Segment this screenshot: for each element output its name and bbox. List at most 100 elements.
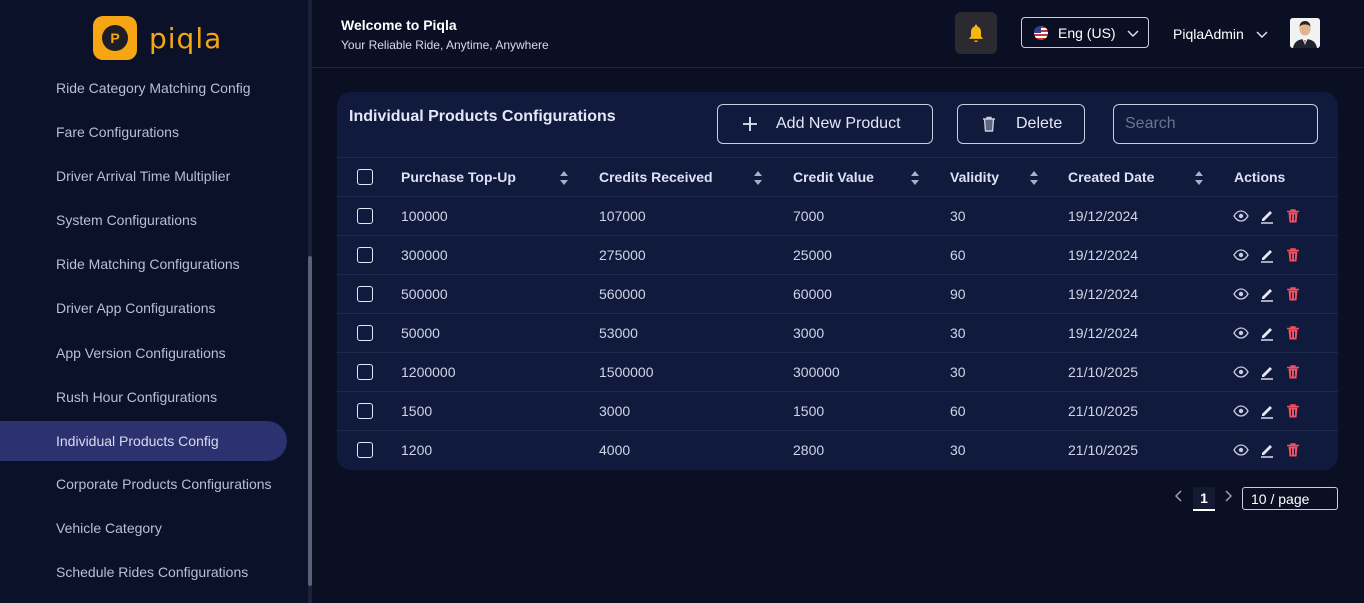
app-logo[interactable]: P piqla (93, 16, 222, 60)
table-row: 1200 4000 2800 30 21/10/2025 (337, 431, 1338, 470)
column-header[interactable]: Created Date (1068, 158, 1154, 196)
view-eye-icon[interactable] (1233, 208, 1249, 224)
table-cell: 30 (950, 208, 966, 224)
chevron-left-icon (1175, 490, 1182, 502)
row-checkbox[interactable] (357, 442, 373, 458)
row-checkbox[interactable] (357, 403, 373, 419)
view-eye-icon[interactable] (1233, 364, 1249, 380)
logo-text: piqla (149, 21, 223, 55)
edit-pencil-icon[interactable] (1259, 325, 1275, 341)
table-cell: 3000 (599, 403, 631, 419)
notifications-button[interactable] (955, 12, 997, 54)
sidebar-item[interactable]: Ride Matching Configurations (0, 244, 287, 284)
logo-badge-icon: P (93, 16, 137, 60)
pagination-next-button[interactable] (1223, 489, 1233, 505)
search-input[interactable] (1113, 104, 1318, 144)
table-cell: 19/12/2024 (1068, 208, 1139, 224)
sort-icon[interactable] (1194, 170, 1204, 186)
edit-pencil-icon[interactable] (1259, 403, 1275, 419)
user-menu[interactable]: PiqlaAdmin (1173, 26, 1268, 42)
table-cell: 21/10/2025 (1068, 403, 1139, 419)
table-cell: 30 (950, 325, 966, 341)
delete-trash-icon[interactable] (1285, 247, 1301, 263)
view-eye-icon[interactable] (1233, 286, 1249, 302)
table-cell: 1500 (401, 403, 433, 419)
table-header: Purchase Top-Up Credits Received Credit Va… (337, 157, 1338, 197)
sidebar-item[interactable]: Ride Category Matching Config (0, 68, 287, 108)
view-eye-icon[interactable] (1233, 442, 1249, 458)
edit-pencil-icon[interactable] (1259, 208, 1275, 224)
sidebar-item[interactable]: Individual Products Config (0, 421, 287, 461)
chevron-right-icon (1225, 490, 1232, 502)
chevron-down-icon (1256, 31, 1268, 38)
row-checkbox[interactable] (357, 364, 373, 380)
delete-trash-icon[interactable] (1285, 208, 1301, 224)
column-header[interactable]: Credit Value (793, 158, 874, 196)
sort-icon[interactable] (910, 170, 920, 186)
welcome-subtitle: Your Reliable Ride, Anytime, Anywhere (341, 38, 549, 52)
add-new-product-label: Add New Product (776, 115, 901, 132)
table-cell: 500000 (401, 286, 448, 302)
sidebar-item[interactable]: App Version Configurations (0, 333, 287, 373)
page-size-select[interactable]: 10 / page (1242, 487, 1338, 510)
welcome-title: Welcome to Piqla (341, 17, 457, 33)
select-all-checkbox[interactable] (357, 169, 373, 185)
language-select[interactable]: Eng (US) (1021, 17, 1149, 48)
table-cell: 30 (950, 364, 966, 380)
bell-icon (969, 24, 983, 43)
delete-trash-icon[interactable] (1285, 325, 1301, 341)
sidebar-item[interactable]: Rush Hour Configurations (0, 377, 287, 417)
delete-trash-icon[interactable] (1285, 286, 1301, 302)
us-flag-icon (1034, 25, 1048, 40)
language-value: Eng (US) (1058, 24, 1116, 41)
delete-label: Delete (1016, 115, 1063, 132)
sidebar-scrollbar-thumb[interactable] (308, 256, 312, 586)
column-header[interactable]: Validity (950, 158, 999, 196)
sidebar-item[interactable]: Driver Arrival Time Multiplier (0, 156, 287, 196)
pagination-prev-button[interactable] (1174, 489, 1184, 505)
table-cell: 1500000 (599, 364, 654, 380)
products-card: Individual Products Configurations Add N… (337, 92, 1338, 470)
delete-trash-icon[interactable] (1285, 364, 1301, 380)
sidebar-item[interactable]: Vehicle Category (0, 508, 287, 548)
sidebar-item[interactable]: Fare Configurations (0, 112, 287, 152)
pagination-page-1[interactable]: 1 (1193, 487, 1215, 511)
edit-pencil-icon[interactable] (1259, 247, 1275, 263)
sidebar-item[interactable]: Corporate Products Configurations (0, 464, 287, 504)
row-checkbox[interactable] (357, 286, 373, 302)
add-new-product-button[interactable]: Add New Product (717, 104, 933, 144)
table-cell: 19/12/2024 (1068, 325, 1139, 341)
row-checkbox[interactable] (357, 208, 373, 224)
edit-pencil-icon[interactable] (1259, 364, 1275, 380)
column-header[interactable]: Purchase Top-Up (401, 158, 516, 196)
row-checkbox[interactable] (357, 325, 373, 341)
avatar[interactable] (1290, 18, 1320, 48)
view-eye-icon[interactable] (1233, 403, 1249, 419)
sidebar-item[interactable]: System Configurations (0, 200, 287, 240)
table-row: 50000 53000 3000 30 19/12/2024 (337, 314, 1338, 353)
trash-icon (983, 116, 995, 132)
sort-icon[interactable] (753, 170, 763, 186)
table-row: 300000 275000 25000 60 19/12/2024 (337, 236, 1338, 275)
table-cell: 60 (950, 403, 966, 419)
card-title: Individual Products Configurations (349, 108, 616, 125)
sidebar-item[interactable]: Driver App Configurations (0, 288, 287, 328)
view-eye-icon[interactable] (1233, 325, 1249, 341)
edit-pencil-icon[interactable] (1259, 286, 1275, 302)
column-header[interactable]: Credits Received (599, 158, 713, 196)
table-cell: 1500 (793, 403, 825, 419)
delete-trash-icon[interactable] (1285, 403, 1301, 419)
view-eye-icon[interactable] (1233, 247, 1249, 263)
table-cell: 560000 (599, 286, 646, 302)
table-row: 1200000 1500000 300000 30 21/10/2025 (337, 353, 1338, 392)
sidebar-item[interactable]: Schedule Rides Configurations (0, 552, 287, 592)
sidebar: P piqla Ride Category Matching Config Far… (0, 0, 308, 603)
row-checkbox[interactable] (357, 247, 373, 263)
delete-button[interactable]: Delete (957, 104, 1085, 144)
table-cell: 4000 (599, 442, 631, 458)
delete-trash-icon[interactable] (1285, 442, 1301, 458)
sort-icon[interactable] (1029, 170, 1039, 186)
column-header: Actions (1234, 169, 1286, 185)
sort-icon[interactable] (559, 170, 569, 186)
edit-pencil-icon[interactable] (1259, 442, 1275, 458)
